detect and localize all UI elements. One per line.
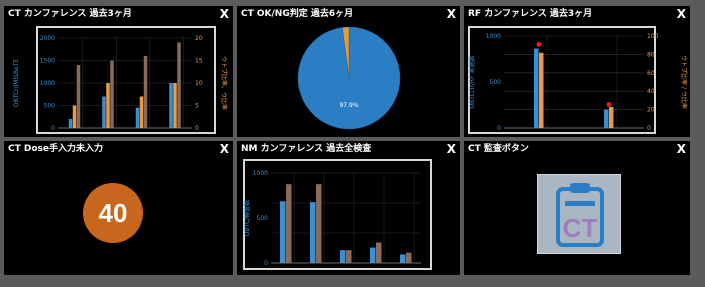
bar xyxy=(177,42,181,128)
bar xyxy=(310,202,316,263)
panel-title: CT 監査ボタン xyxy=(468,144,529,154)
ct-conference-panel: CT カンファレンス 過去3ヶ月 X 2000 1500 1000 500 0 20 15 1… xyxy=(4,6,233,137)
clipboard-icon: CT xyxy=(556,183,604,247)
bar xyxy=(173,83,177,128)
bar xyxy=(346,250,352,263)
y2-tick-label: 80 xyxy=(647,51,655,58)
data-marker xyxy=(536,41,542,47)
y2-tick-label: 20 xyxy=(647,107,655,114)
ct-okng-panel: CT OK/NG判定 過去6ヶ月 X 97.9% xyxy=(237,6,460,137)
y-tick-label: 500 xyxy=(490,79,502,86)
y2-tick-label: 100 xyxy=(647,33,659,40)
y-tick-label: 500 xyxy=(257,215,269,222)
bar xyxy=(110,60,114,128)
dose-count-badge[interactable]: 40 xyxy=(83,183,143,243)
y-tick-label: 0 xyxy=(51,125,55,132)
y2-tick-label: 60 xyxy=(647,70,655,77)
y-tick-label: 1000 xyxy=(40,80,55,87)
y-axis-label: OBTC/Tr/RF 実施数 xyxy=(468,55,476,108)
close-icon[interactable]: X xyxy=(220,142,229,156)
y2-axis-label: ウトプ比率、ウ比率 xyxy=(220,56,228,110)
bar xyxy=(376,242,382,263)
bar xyxy=(370,247,376,263)
y2-axis-label: ウトプ比率 / ウ比率 xyxy=(680,55,688,109)
dashboard: CT カンファレンス 過去3ヶ月 X 2000 1500 1000 500 0 20 15 1… xyxy=(0,0,705,287)
clipboard-icon-text: CT xyxy=(563,213,598,243)
bar xyxy=(68,119,73,128)
nm-conference-panel: NM カンファレンス 過去全検査 X 1000 500 0 OBTC/検査数 xyxy=(237,141,460,275)
y-tick-label: 2000 xyxy=(40,35,55,42)
y2-tick-label: 15 xyxy=(195,58,203,65)
ct-audit-button-panel: CT 監査ボタン X CT xyxy=(464,141,690,275)
bar xyxy=(280,201,286,263)
ct-conference-chart: 2000 1500 1000 500 0 20 15 10 5 0 OBTCrdMtsBeTE ウトプ… xyxy=(13,35,228,132)
panel-title: CT Dose手入力未入力 xyxy=(8,144,103,154)
bar xyxy=(400,254,406,263)
y2-tick-label: 20 xyxy=(195,35,203,42)
bar xyxy=(534,48,539,128)
close-icon[interactable]: X xyxy=(677,142,686,156)
bar xyxy=(316,184,322,263)
y-axis-label: OBTCrdMtsBeTE xyxy=(13,59,20,108)
pie-slice-label: 97.9% xyxy=(339,102,358,109)
bar xyxy=(604,109,609,128)
bar xyxy=(139,96,144,128)
bar xyxy=(72,105,77,128)
y-tick-label: 500 xyxy=(44,103,56,110)
rf-conference-panel: RF カンファレンス 過去3ヶ月 X 1000 500 0 100 80 60 40 20 0 O… xyxy=(464,6,690,137)
y-tick-label: 1500 xyxy=(40,58,55,65)
y2-tick-label: 5 xyxy=(195,103,199,110)
bar xyxy=(340,250,346,263)
data-marker xyxy=(606,102,612,108)
y2-tick-label: 0 xyxy=(647,125,651,132)
y-tick-label: 1000 xyxy=(486,33,501,40)
bar xyxy=(106,83,110,128)
ct-audit-button[interactable]: CT xyxy=(537,174,621,254)
ct-okng-pie-chart: 97.9% xyxy=(297,26,401,130)
y2-tick-label: 0 xyxy=(195,125,199,132)
y2-tick-label: 40 xyxy=(647,88,655,95)
bar xyxy=(76,65,81,128)
y-tick-label: 0 xyxy=(264,260,268,267)
y2-tick-label: 10 xyxy=(195,80,203,87)
rf-conference-chart: 1000 500 0 100 80 60 40 20 0 OBTC/Tr/RF 実施数 ウトプ比率 … xyxy=(468,33,688,132)
y-tick-label: 1000 xyxy=(253,170,268,177)
bar xyxy=(143,56,148,128)
bar xyxy=(286,184,292,263)
bar xyxy=(102,96,106,128)
bar xyxy=(609,107,614,128)
ct-dose-panel: CT Dose手入力未入力 X 40 xyxy=(4,141,233,275)
bar xyxy=(135,107,140,128)
y-axis-label: OBTC/検査数 xyxy=(243,200,251,236)
y-tick-label: 0 xyxy=(497,125,501,132)
bar xyxy=(539,52,544,128)
bar xyxy=(169,83,173,128)
bar xyxy=(406,252,412,263)
nm-conference-chart: 1000 500 0 OBTC/検査数 xyxy=(243,170,421,267)
